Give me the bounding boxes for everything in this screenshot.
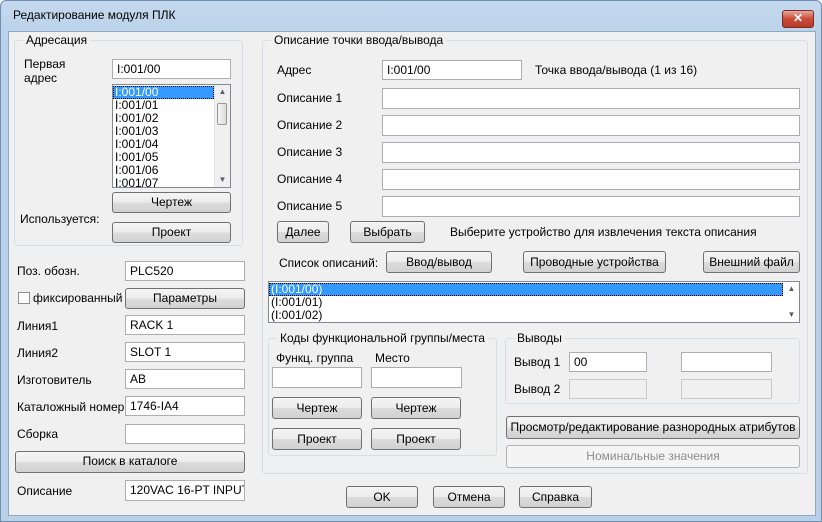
assembly-label: Сборка	[17, 427, 59, 441]
title-bar[interactable]: Редактирование модуля ПЛК ✕	[1, 1, 821, 29]
tag-label: Поз. обозн.	[17, 264, 80, 278]
func-project-button[interactable]: Проект	[272, 428, 362, 450]
address-list-scrollbar[interactable]: ▲ ▼	[214, 85, 230, 187]
desc3-label: Описание 3	[277, 145, 343, 159]
manufacturer-input[interactable]: AB	[125, 369, 245, 389]
close-button[interactable]: ✕	[782, 10, 814, 28]
first-address-input[interactable]: I:001/00	[112, 59, 231, 79]
manufacturer-label: Изготовитель	[17, 373, 92, 387]
desc1-label: Описание 1	[277, 91, 343, 105]
description-value: 120VAC 16-PT INPUT	[130, 483, 245, 497]
place-project-button[interactable]: Проект	[371, 428, 461, 450]
dialog-body: Адресация Первая адрес I:001/00 I:001/00…	[8, 31, 816, 516]
used-label: Используется:	[20, 212, 100, 226]
io-point-counter: Точка ввода/вывода (1 из 16)	[535, 63, 698, 77]
func-drawing-button[interactable]: Чертеж	[272, 397, 362, 419]
io-address-label: Адрес	[277, 63, 312, 77]
addressing-group-title: Адресация	[23, 33, 91, 47]
io-point-group-title: Описание точки ввода/вывода	[271, 33, 447, 47]
select-hint: Выберите устройство для извлечения текст…	[450, 225, 757, 239]
fixed-checkbox[interactable]	[18, 292, 30, 304]
wire-devices-button[interactable]: Проводные устройства	[523, 251, 666, 273]
desc5-input[interactable]	[382, 196, 800, 217]
pin2-label: Вывод 2	[514, 382, 561, 396]
scroll-up-icon[interactable]: ▲	[784, 282, 799, 296]
dialog-window: Редактирование модуля ПЛК ✕ Адресация Пе…	[0, 0, 822, 522]
pin1-input-2[interactable]	[681, 352, 772, 372]
catalog-number-input[interactable]: 1746-IA4	[125, 396, 245, 416]
line2-label: Линия2	[17, 346, 59, 360]
tag-input[interactable]: PLC520	[125, 261, 245, 281]
place-drawing-button[interactable]: Чертеж	[371, 397, 461, 419]
scroll-down-icon[interactable]: ▼	[215, 173, 230, 187]
line2-input[interactable]: SLOT 1	[125, 342, 245, 362]
view-edit-attributes-button[interactable]: Просмотр/редактирование разнородных атри…	[506, 416, 800, 439]
pin1-input[interactable]: 00	[569, 352, 647, 372]
line1-label: Линия1	[17, 319, 59, 333]
io-address-input[interactable]: I:001/00	[382, 60, 522, 80]
func-group-title: Коды функциональной группы/места	[277, 331, 488, 345]
parameters-button[interactable]: Параметры	[125, 288, 245, 309]
fixed-label: фиксированный	[33, 291, 123, 305]
next-button[interactable]: Далее	[277, 221, 329, 243]
desc5-label: Описание 5	[277, 199, 343, 213]
address-project-button[interactable]: Проект	[112, 222, 231, 243]
pin1-label: Вывод 1	[514, 355, 561, 369]
external-file-button[interactable]: Внешний файл	[703, 251, 800, 273]
ok-button[interactable]: OK	[346, 486, 418, 508]
func-group-label: Функц. группа	[276, 351, 354, 365]
list-item[interactable]: (I:001/02)	[269, 309, 783, 322]
pin2-input	[569, 379, 647, 399]
place-input[interactable]	[371, 367, 462, 388]
list-item[interactable]: I:001/07	[113, 177, 214, 188]
terminals-group-title: Выводы	[514, 331, 565, 345]
desc-list-label: Список описаний:	[279, 256, 379, 270]
desc2-label: Описание 2	[277, 118, 343, 132]
select-button[interactable]: Выбрать	[350, 221, 425, 243]
line1-input[interactable]: RACK 1	[125, 315, 245, 335]
desc4-label: Описание 4	[277, 172, 343, 186]
cancel-button[interactable]: Отмена	[433, 486, 505, 508]
list-item[interactable]: (I:001/00)	[269, 283, 783, 296]
address-drawing-button[interactable]: Чертеж	[112, 192, 231, 213]
description-input[interactable]: 120VAC 16-PT INPUT	[125, 480, 245, 501]
first-address-label: Первая адрес	[24, 57, 66, 85]
scroll-thumb[interactable]	[217, 103, 227, 125]
description-label: Описание	[17, 484, 73, 498]
window-title: Редактирование модуля ПЛК	[13, 8, 176, 22]
desc-listbox[interactable]: (I:001/00) (I:001/01) (I:001/02) ▲ ▼	[268, 281, 800, 323]
catalog-number-label: Каталожный номер	[17, 400, 125, 414]
desc1-input[interactable]	[382, 88, 800, 109]
desc4-input[interactable]	[382, 169, 800, 190]
desc3-input[interactable]	[382, 142, 800, 163]
assembly-input[interactable]	[125, 424, 245, 444]
help-button[interactable]: Справка	[519, 486, 592, 508]
scroll-up-icon[interactable]: ▲	[215, 85, 230, 99]
func-group-input[interactable]	[272, 367, 362, 388]
address-listbox[interactable]: I:001/00 I:001/01 I:001/02 I:001/03 I:00…	[112, 84, 231, 188]
scroll-down-icon[interactable]: ▼	[784, 308, 799, 322]
catalog-search-button[interactable]: Поиск в каталоге	[15, 451, 245, 473]
desc2-input[interactable]	[382, 115, 800, 136]
pin2-input-2	[681, 379, 772, 399]
close-icon: ✕	[792, 11, 804, 25]
ratings-button: Номинальные значения	[506, 445, 800, 468]
io-button[interactable]: Ввод/вывод	[386, 251, 492, 273]
desc-list-scrollbar[interactable]: ▲ ▼	[784, 282, 799, 322]
list-item[interactable]: (I:001/01)	[269, 296, 783, 309]
place-label: Место	[375, 351, 410, 365]
